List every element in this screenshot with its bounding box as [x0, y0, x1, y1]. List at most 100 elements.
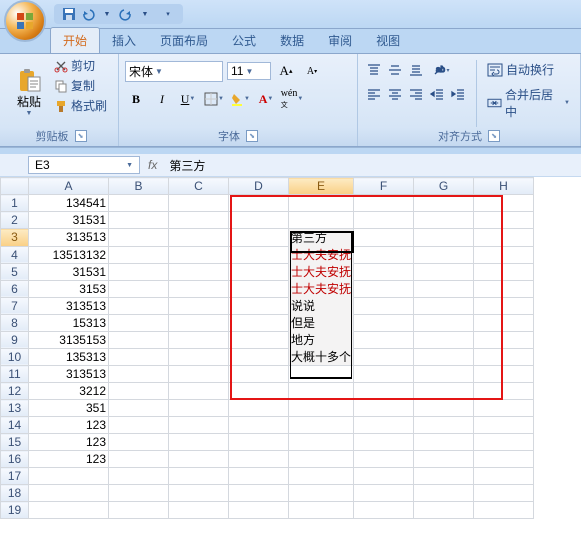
cell[interactable] [414, 314, 474, 331]
chevron-down-icon[interactable]: ▼ [98, 5, 116, 23]
cell[interactable] [229, 383, 289, 400]
cell[interactable] [169, 263, 229, 280]
cell[interactable] [354, 297, 414, 314]
phonetic-button[interactable]: wén文▼ [281, 88, 303, 110]
align-center-button[interactable] [385, 84, 405, 104]
cell[interactable] [354, 451, 414, 468]
worksheet-grid[interactable]: A B C D E F G H 11345412315313313513第三方4… [0, 177, 581, 519]
cell[interactable] [354, 229, 414, 247]
cell[interactable] [414, 331, 474, 348]
row-header[interactable]: 6 [1, 280, 29, 297]
cell[interactable] [414, 434, 474, 451]
shrink-font-button[interactable]: A▾ [301, 60, 323, 82]
row-header[interactable]: 16 [1, 451, 29, 468]
cell[interactable] [474, 502, 534, 519]
cell[interactable] [474, 417, 534, 434]
align-dialog-icon[interactable]: ⬊ [488, 130, 500, 142]
cell[interactable] [354, 468, 414, 485]
save-icon[interactable] [60, 5, 78, 23]
cell[interactable] [169, 229, 229, 247]
cell[interactable]: 但是 [289, 314, 354, 331]
cell[interactable] [109, 229, 169, 247]
cell[interactable] [354, 331, 414, 348]
chevron-down-icon[interactable]: ▼ [153, 67, 165, 76]
col-header[interactable]: H [474, 178, 534, 195]
chevron-down-icon[interactable]: ▼ [126, 162, 133, 169]
cell[interactable] [414, 263, 474, 280]
col-header[interactable]: E [289, 178, 354, 195]
cell[interactable] [414, 451, 474, 468]
row-header[interactable]: 19 [1, 502, 29, 519]
cell[interactable] [229, 400, 289, 417]
office-button[interactable] [4, 0, 46, 42]
grow-font-button[interactable]: A▴ [275, 60, 297, 82]
cell[interactable]: 313513 [29, 229, 109, 247]
cell[interactable] [289, 417, 354, 434]
cell[interactable] [169, 417, 229, 434]
cell[interactable] [169, 195, 229, 212]
tab-home[interactable]: 开始 [50, 27, 100, 53]
row-header[interactable]: 1 [1, 195, 29, 212]
cell[interactable] [229, 263, 289, 280]
cell[interactable] [229, 502, 289, 519]
cell[interactable]: 123 [29, 434, 109, 451]
cell[interactable]: 31531 [29, 212, 109, 229]
cell[interactable] [289, 451, 354, 468]
row-header[interactable]: 7 [1, 297, 29, 314]
tab-insert[interactable]: 插入 [100, 28, 148, 53]
cell[interactable] [29, 502, 109, 519]
cell[interactable] [289, 195, 354, 212]
cell[interactable] [474, 366, 534, 383]
cell[interactable] [474, 434, 534, 451]
qat-customize-icon[interactable]: ▾ [159, 5, 177, 23]
cell[interactable] [169, 348, 229, 366]
cell[interactable] [474, 297, 534, 314]
cell[interactable] [109, 434, 169, 451]
cell[interactable]: 134541 [29, 195, 109, 212]
cell[interactable]: 大概十多个 [289, 348, 354, 366]
cell[interactable] [414, 468, 474, 485]
cell[interactable] [109, 212, 169, 229]
cell[interactable]: 说说 [289, 297, 354, 314]
cell[interactable] [109, 366, 169, 383]
row-header[interactable]: 18 [1, 485, 29, 502]
cell[interactable] [414, 297, 474, 314]
cell[interactable]: 351 [29, 400, 109, 417]
cell[interactable] [29, 485, 109, 502]
cell[interactable] [169, 383, 229, 400]
cell[interactable] [474, 229, 534, 247]
cell[interactable] [109, 314, 169, 331]
cell[interactable] [289, 485, 354, 502]
underline-button[interactable]: U▼ [177, 88, 199, 110]
cell[interactable] [109, 297, 169, 314]
cell[interactable]: 士大夫安抚 [289, 280, 354, 297]
cell[interactable] [354, 263, 414, 280]
cell[interactable] [289, 400, 354, 417]
cell[interactable] [414, 229, 474, 247]
cell[interactable] [169, 434, 229, 451]
cell[interactable] [289, 212, 354, 229]
cell[interactable] [354, 366, 414, 383]
align-middle-button[interactable] [385, 60, 405, 80]
cell[interactable] [474, 331, 534, 348]
tab-review[interactable]: 审阅 [316, 28, 364, 53]
chevron-down-icon[interactable]: ▼ [136, 5, 154, 23]
cut-button[interactable]: 剪切 [52, 56, 109, 75]
row-header[interactable]: 9 [1, 331, 29, 348]
cell[interactable] [354, 485, 414, 502]
cell[interactable] [414, 502, 474, 519]
cell[interactable] [169, 366, 229, 383]
cell[interactable] [229, 195, 289, 212]
col-header[interactable]: B [109, 178, 169, 195]
cell[interactable] [229, 280, 289, 297]
cell[interactable] [474, 314, 534, 331]
cell[interactable] [229, 434, 289, 451]
cell[interactable] [109, 468, 169, 485]
cell[interactable] [109, 400, 169, 417]
row-header[interactable]: 10 [1, 348, 29, 366]
cell[interactable] [169, 246, 229, 263]
row-header[interactable]: 8 [1, 314, 29, 331]
cell[interactable]: 13513132 [29, 246, 109, 263]
cell[interactable]: 第三方 [289, 229, 354, 247]
cell[interactable] [229, 246, 289, 263]
